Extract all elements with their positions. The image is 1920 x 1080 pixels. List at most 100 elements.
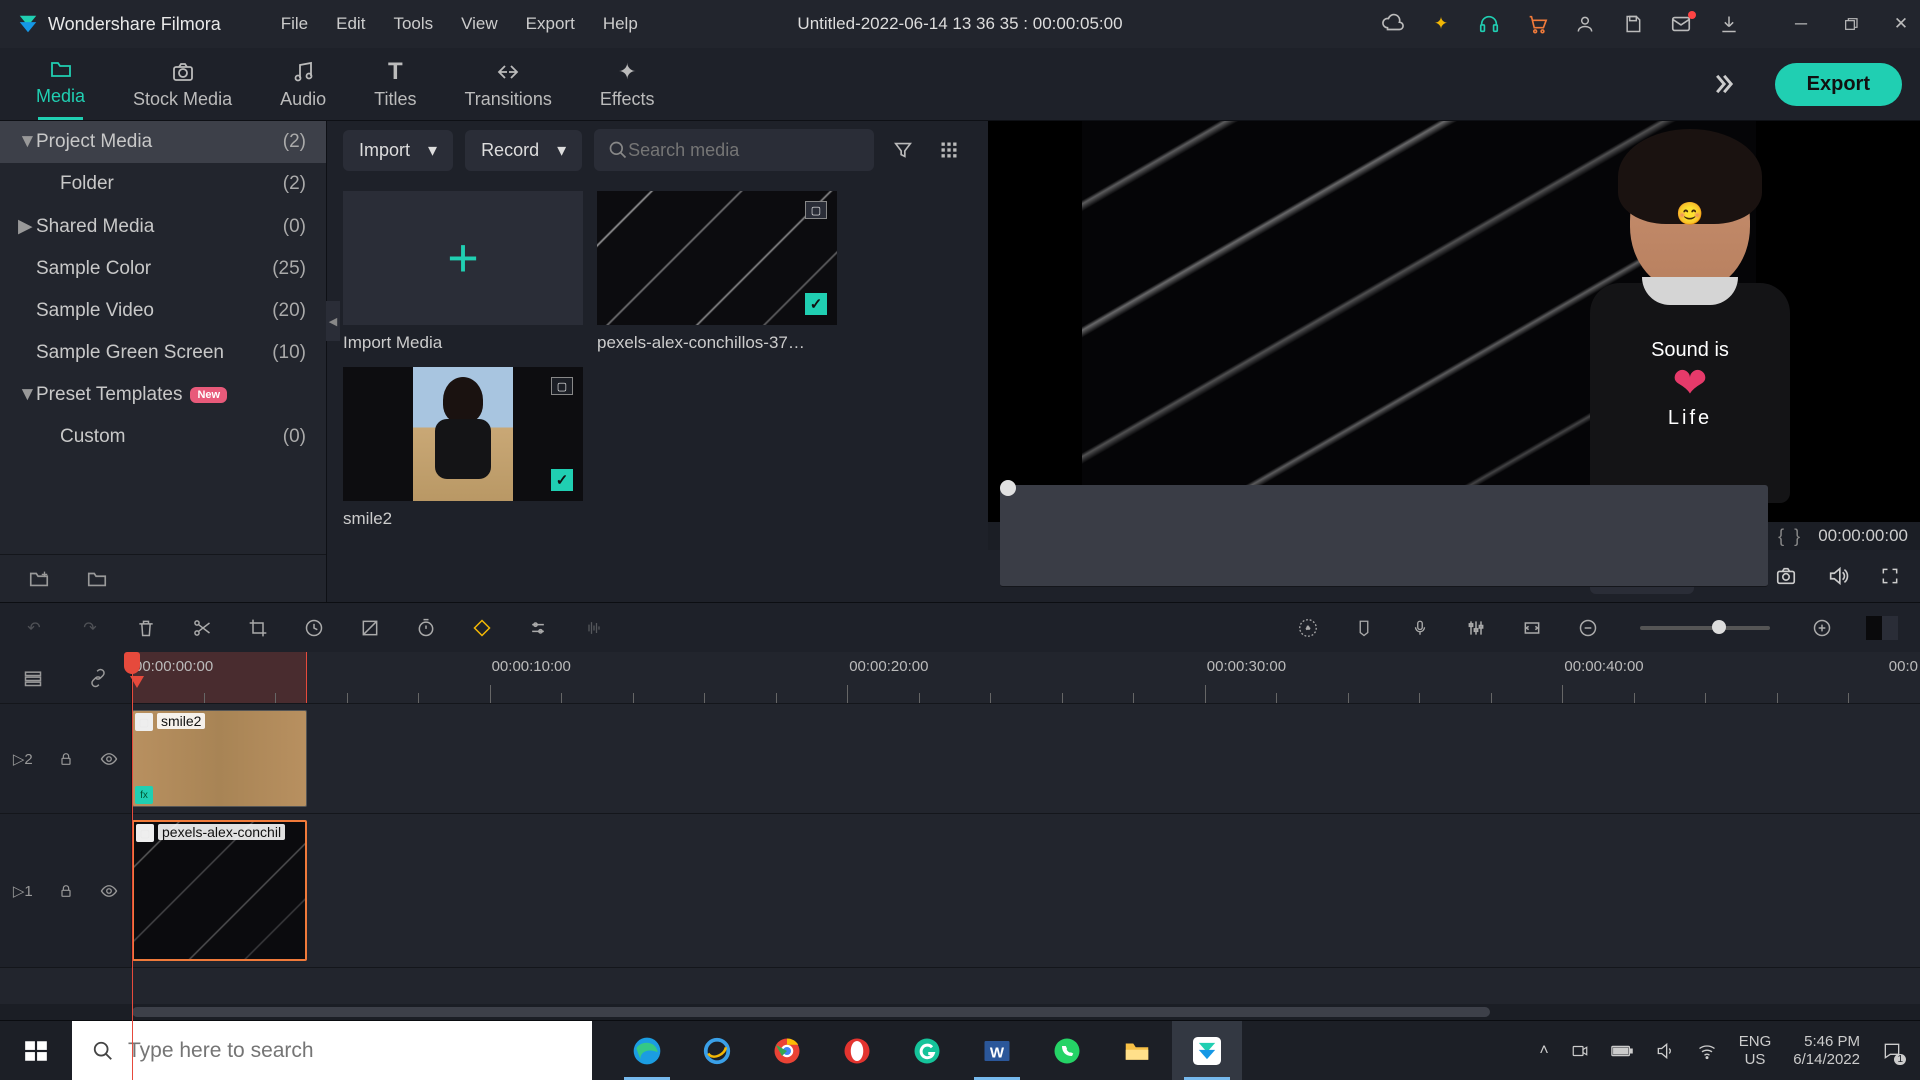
timeline-ruler[interactable]: 00:00:00:0000:00:10:0000:00:20:0000:00:3… [132, 652, 1920, 703]
export-button[interactable]: Export [1775, 63, 1902, 106]
tree-shared-media[interactable]: ▶Shared Media(0) [0, 205, 326, 248]
new-folder-icon[interactable] [28, 568, 50, 590]
search-input[interactable] [628, 140, 860, 161]
minimize-icon[interactable]: ─ [1790, 13, 1812, 35]
tray-chevron-icon[interactable]: ˄ [1539, 1042, 1548, 1060]
crop-icon[interactable] [246, 616, 270, 640]
tray-meet-icon[interactable] [1571, 1042, 1589, 1060]
visibility-icon[interactable] [100, 882, 118, 900]
close-icon[interactable]: ✕ [1890, 13, 1912, 35]
preview-viewport[interactable]: 😊 Sound is ❤ Life [988, 121, 1920, 522]
media-tile-import[interactable]: + Import Media [343, 191, 583, 353]
scrub-track[interactable] [1000, 485, 1768, 587]
tab-media[interactable]: Media [12, 56, 109, 120]
render-icon[interactable] [1296, 616, 1320, 640]
filter-icon[interactable] [886, 133, 920, 167]
app-grammarly[interactable] [892, 1021, 962, 1080]
tray-sound-icon[interactable] [1655, 1041, 1675, 1061]
menu-tools[interactable]: Tools [393, 14, 433, 34]
media-tile[interactable]: ▢✓ pexels-alex-conchillos-37… [597, 191, 837, 353]
mark-out-button[interactable]: } [1794, 526, 1800, 547]
account-icon[interactable] [1574, 13, 1596, 35]
menu-edit[interactable]: Edit [336, 14, 365, 34]
keyframe-icon[interactable] [470, 616, 494, 640]
audio-wave-icon[interactable] [582, 616, 606, 640]
mark-in-button[interactable]: { [1778, 526, 1784, 547]
import-dropdown[interactable]: Import▾ [343, 130, 453, 171]
undo-icon[interactable]: ↶ [22, 616, 46, 640]
view-toggle[interactable] [1866, 616, 1898, 640]
adjust-icon[interactable] [526, 616, 550, 640]
app-ie[interactable] [682, 1021, 752, 1080]
tree-preset-templates[interactable]: ▼Preset TemplatesNew [0, 374, 326, 416]
track-lane[interactable]: ▢ smile2 fx [132, 704, 1920, 813]
cart-icon[interactable] [1526, 13, 1548, 35]
maximize-icon[interactable] [1840, 13, 1862, 35]
duration-icon[interactable] [414, 616, 438, 640]
redo-icon[interactable]: ↷ [78, 616, 102, 640]
app-chrome[interactable] [752, 1021, 822, 1080]
record-dropdown[interactable]: Record▾ [465, 130, 582, 171]
folder-icon[interactable] [86, 568, 108, 590]
tab-titles[interactable]: T Titles [350, 59, 440, 120]
taskbar-search-input[interactable] [128, 1039, 572, 1063]
marker-icon[interactable] [1352, 616, 1376, 640]
tips-icon[interactable]: ✦ [1430, 13, 1452, 35]
headset-icon[interactable] [1478, 13, 1500, 35]
snapshot-icon[interactable] [1774, 564, 1798, 588]
preview-scrub[interactable]: { } 00:00:00:00 [988, 522, 1920, 550]
track-menu-icon[interactable] [23, 668, 43, 688]
timeline-clip[interactable]: ▢ smile2 fx [132, 710, 307, 807]
tray-battery-icon[interactable] [1611, 1044, 1633, 1058]
app-explorer[interactable] [1102, 1021, 1172, 1080]
app-whatsapp[interactable] [1032, 1021, 1102, 1080]
search-media[interactable] [594, 129, 874, 171]
tree-sample-color[interactable]: Sample Color(25) [0, 248, 326, 290]
link-icon[interactable] [88, 668, 108, 688]
more-tabs-button[interactable] [1679, 48, 1767, 120]
tray-clock[interactable]: 5:46 PM6/14/2022 [1793, 1033, 1860, 1069]
timeline-scrollbar[interactable] [0, 1004, 1920, 1020]
volume-icon[interactable] [1826, 564, 1850, 588]
tab-effects[interactable]: ✦ Effects [576, 59, 679, 120]
color-icon[interactable] [358, 616, 382, 640]
media-tile[interactable]: ▢ ✓ smile2 [343, 367, 583, 529]
menu-file[interactable]: File [281, 14, 308, 34]
tree-folder[interactable]: Folder(2) [0, 163, 326, 205]
zoom-in-icon[interactable] [1810, 616, 1834, 640]
visibility-icon[interactable] [100, 750, 118, 768]
menu-help[interactable]: Help [603, 14, 638, 34]
tab-stock-media[interactable]: Stock Media [109, 59, 256, 120]
tray-notifications-icon[interactable]: 1 [1882, 1041, 1902, 1061]
speed-icon[interactable] [302, 616, 326, 640]
cloud-icon[interactable] [1382, 13, 1404, 35]
scrub-handle[interactable] [1000, 480, 1016, 496]
zoom-out-icon[interactable] [1576, 616, 1600, 640]
tree-sample-green[interactable]: Sample Green Screen(10) [0, 332, 326, 374]
app-opera[interactable] [822, 1021, 892, 1080]
timeline-clip[interactable]: ▢ pexels-alex-conchil [132, 820, 307, 961]
tray-language[interactable]: ENGUS [1739, 1033, 1772, 1069]
menu-view[interactable]: View [461, 14, 498, 34]
taskbar-search[interactable] [72, 1021, 592, 1080]
fit-icon[interactable] [1520, 616, 1544, 640]
tree-sample-video[interactable]: Sample Video(20) [0, 290, 326, 332]
zoom-handle[interactable] [1712, 620, 1726, 634]
grid-view-icon[interactable] [932, 133, 966, 167]
save-icon[interactable] [1622, 13, 1644, 35]
voiceover-icon[interactable] [1408, 616, 1432, 640]
download-icon[interactable] [1718, 13, 1740, 35]
delete-icon[interactable] [134, 616, 158, 640]
lock-icon[interactable] [58, 883, 74, 899]
lock-icon[interactable] [58, 751, 74, 767]
tree-custom[interactable]: Custom(0) [0, 416, 326, 458]
fullscreen-icon[interactable] [1878, 564, 1902, 588]
mail-icon[interactable] [1670, 13, 1692, 35]
tab-transitions[interactable]: Transitions [440, 59, 575, 120]
menu-export[interactable]: Export [526, 14, 575, 34]
mixer-icon[interactable] [1464, 616, 1488, 640]
start-button[interactable] [0, 1021, 72, 1080]
collapse-sidebar-button[interactable]: ◀ [326, 301, 340, 341]
app-filmora[interactable] [1172, 1021, 1242, 1080]
tab-audio[interactable]: Audio [256, 59, 350, 120]
